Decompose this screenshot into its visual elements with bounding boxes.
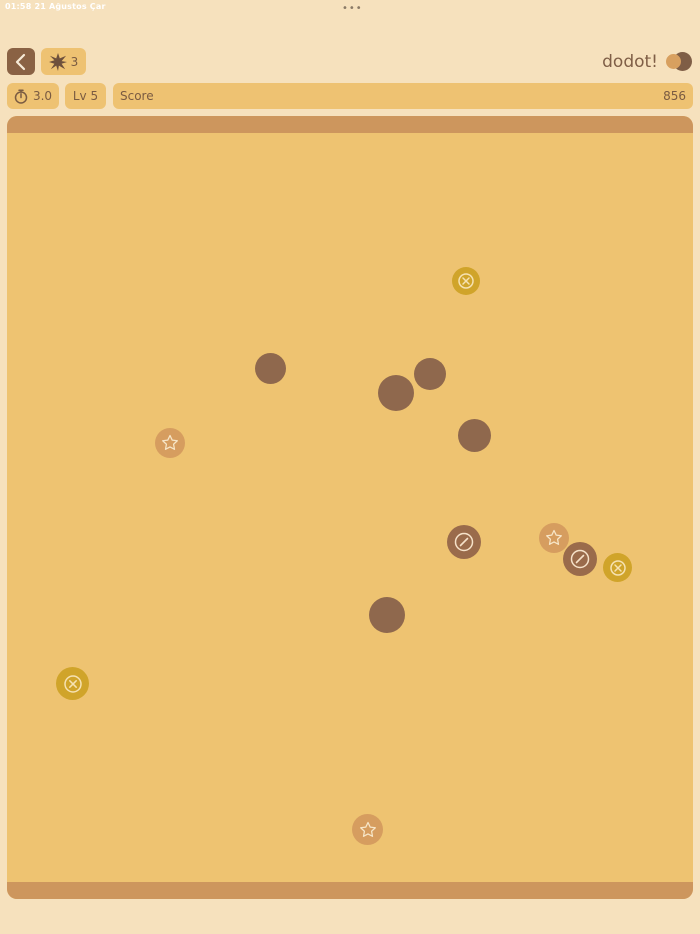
score-display: Score 856 [113, 83, 693, 109]
plain-dot[interactable] [458, 419, 491, 452]
explosion-icon [48, 52, 67, 71]
slash-dot[interactable] [447, 525, 481, 559]
blocked-dot[interactable] [452, 267, 480, 295]
score-label: Score [120, 89, 154, 103]
star-dot[interactable] [352, 814, 383, 845]
game-screen: 01:58 21 Ağustos Çar ••• 3 dodot! 3.0 Lv… [0, 0, 700, 934]
plain-dot[interactable] [369, 597, 405, 633]
star-icon [359, 821, 376, 837]
stopwatch-icon [14, 88, 28, 104]
x-circle-icon [63, 674, 82, 693]
timer-display: 3.0 [7, 83, 59, 109]
score-value: 856 [663, 89, 686, 103]
slash-circle-icon [570, 549, 590, 569]
timer-value: 3.0 [32, 89, 53, 103]
brand-name: dodot! [602, 52, 658, 72]
star-dot[interactable] [155, 428, 185, 458]
blocked-dot[interactable] [56, 667, 89, 700]
level-display: Lv 5 [65, 83, 106, 109]
multitasking-dots[interactable]: ••• [342, 3, 363, 14]
level-value: Lv 5 [72, 89, 99, 103]
plain-dot[interactable] [414, 358, 446, 390]
star-dot[interactable] [539, 523, 569, 553]
bomb-button[interactable]: 3 [41, 48, 86, 75]
slash-circle-icon [454, 532, 474, 552]
star-icon [162, 434, 178, 450]
brand: dodot! [602, 50, 692, 74]
status-time-date: 01:58 21 Ağustos Çar [5, 2, 106, 11]
board-bottom-rail [7, 882, 693, 899]
bomb-count: 3 [70, 54, 79, 69]
x-circle-icon [609, 559, 626, 576]
logo-icon [664, 50, 692, 74]
back-button[interactable] [7, 48, 35, 75]
plain-dot[interactable] [378, 375, 414, 411]
board-top-rail [7, 116, 693, 133]
star-icon [546, 529, 562, 545]
chevron-left-icon [15, 53, 26, 70]
game-board[interactable] [7, 116, 693, 899]
slash-dot[interactable] [563, 542, 597, 576]
x-circle-icon [458, 273, 474, 289]
plain-dot[interactable] [255, 353, 286, 384]
blocked-dot[interactable] [603, 553, 632, 582]
